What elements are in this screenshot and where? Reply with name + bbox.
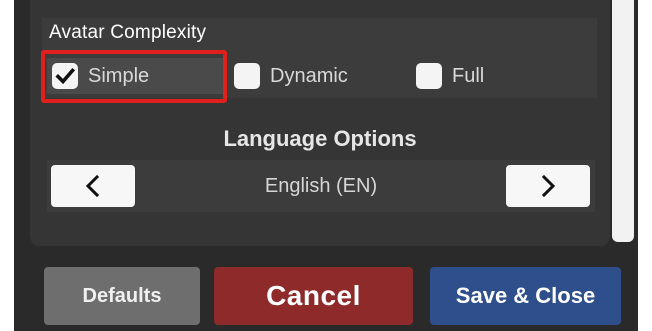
checkmark-icon [55, 67, 75, 85]
option-full[interactable]: Full [416, 58, 536, 94]
full-checkbox[interactable] [416, 63, 442, 89]
save-close-button[interactable]: Save & Close [430, 267, 621, 325]
option-simple[interactable]: Simple [47, 58, 225, 94]
option-dynamic-label: Dynamic [270, 64, 348, 87]
settings-screen: Avatar Complexity Simple Dynamic Full La… [0, 0, 652, 331]
language-next-button[interactable] [506, 165, 590, 207]
scrollbar-thumb[interactable] [612, 0, 634, 242]
option-dynamic[interactable]: Dynamic [234, 58, 404, 94]
simple-checkbox[interactable] [52, 63, 78, 89]
cancel-button[interactable]: Cancel [214, 267, 413, 325]
defaults-button[interactable]: Defaults [44, 267, 200, 325]
avatar-complexity-title: Avatar Complexity [49, 22, 207, 43]
chevron-right-icon [541, 174, 556, 198]
language-value: English (EN) [264, 175, 378, 197]
option-simple-label: Simple [88, 64, 150, 87]
language-prev-button[interactable] [51, 165, 135, 207]
chevron-left-icon [85, 174, 100, 198]
language-options-title: Language Options [223, 126, 417, 151]
dynamic-checkbox[interactable] [234, 63, 260, 89]
option-full-label: Full [452, 64, 485, 87]
